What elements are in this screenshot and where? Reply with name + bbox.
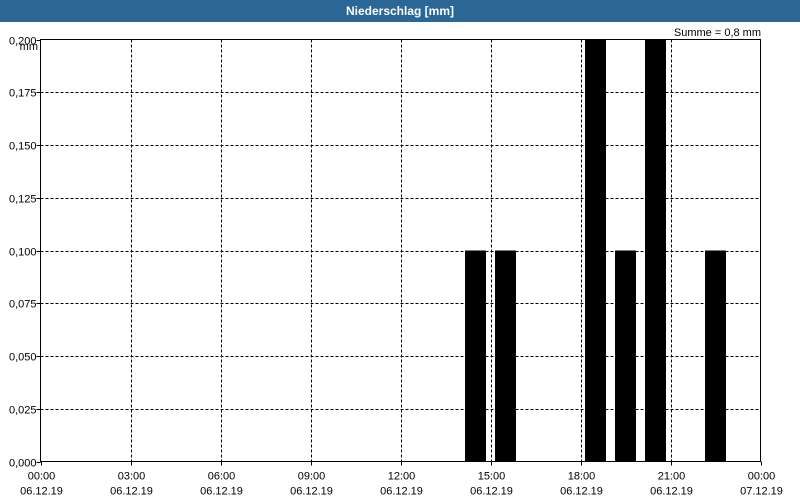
summary-label: Summe = 0,8 mm bbox=[674, 27, 761, 39]
precipitation-bar bbox=[585, 39, 606, 462]
x-tick-date: 06.12.19 bbox=[290, 486, 333, 498]
x-tick-date: 06.12.19 bbox=[110, 486, 153, 498]
y-tick-label: 0,025 bbox=[9, 405, 37, 417]
x-tick-date: 06.12.19 bbox=[380, 486, 423, 498]
y-tick-label: 0,125 bbox=[9, 194, 37, 206]
y-tick-label: 0,100 bbox=[9, 247, 37, 259]
precipitation-bar bbox=[645, 39, 666, 462]
y-tick-label: 0,150 bbox=[9, 141, 37, 153]
y-tick-label: 0,200 bbox=[9, 36, 37, 48]
x-tick-time: 06:00 bbox=[208, 471, 236, 483]
x-tick-time: 12:00 bbox=[388, 471, 416, 483]
plot-background bbox=[0, 22, 800, 500]
x-tick-date: 06.12.19 bbox=[650, 486, 693, 498]
precipitation-chart: Summe = 0,8 mm mm 0,0000,0250,0500,0750,… bbox=[0, 22, 800, 500]
x-tick-time: 03:00 bbox=[118, 471, 146, 483]
x-tick-date: 06.12.19 bbox=[20, 486, 63, 498]
y-tick-label: 0,000 bbox=[9, 458, 37, 470]
precipitation-bar bbox=[615, 250, 636, 462]
x-tick-time: 00:00 bbox=[748, 471, 776, 483]
x-tick-time: 15:00 bbox=[478, 471, 506, 483]
x-tick-date: 06.12.19 bbox=[200, 486, 243, 498]
y-tick-label: 0,050 bbox=[9, 352, 37, 364]
precipitation-bar bbox=[705, 250, 726, 462]
x-tick-time: 09:00 bbox=[298, 471, 326, 483]
y-tick-label: 0,175 bbox=[9, 88, 37, 100]
x-tick-date: 06.12.19 bbox=[560, 486, 603, 498]
x-tick-date: 07.12.19 bbox=[740, 486, 783, 498]
x-tick-time: 21:00 bbox=[658, 471, 686, 483]
x-tick-time: 18:00 bbox=[568, 471, 596, 483]
precipitation-bar bbox=[465, 250, 486, 462]
x-tick-time: 00:00 bbox=[28, 471, 56, 483]
precipitation-bar bbox=[495, 250, 516, 462]
chart-title: Niederschlag [mm] bbox=[0, 0, 800, 22]
x-tick-date: 06.12.19 bbox=[470, 486, 513, 498]
y-tick-label: 0,075 bbox=[9, 299, 37, 311]
